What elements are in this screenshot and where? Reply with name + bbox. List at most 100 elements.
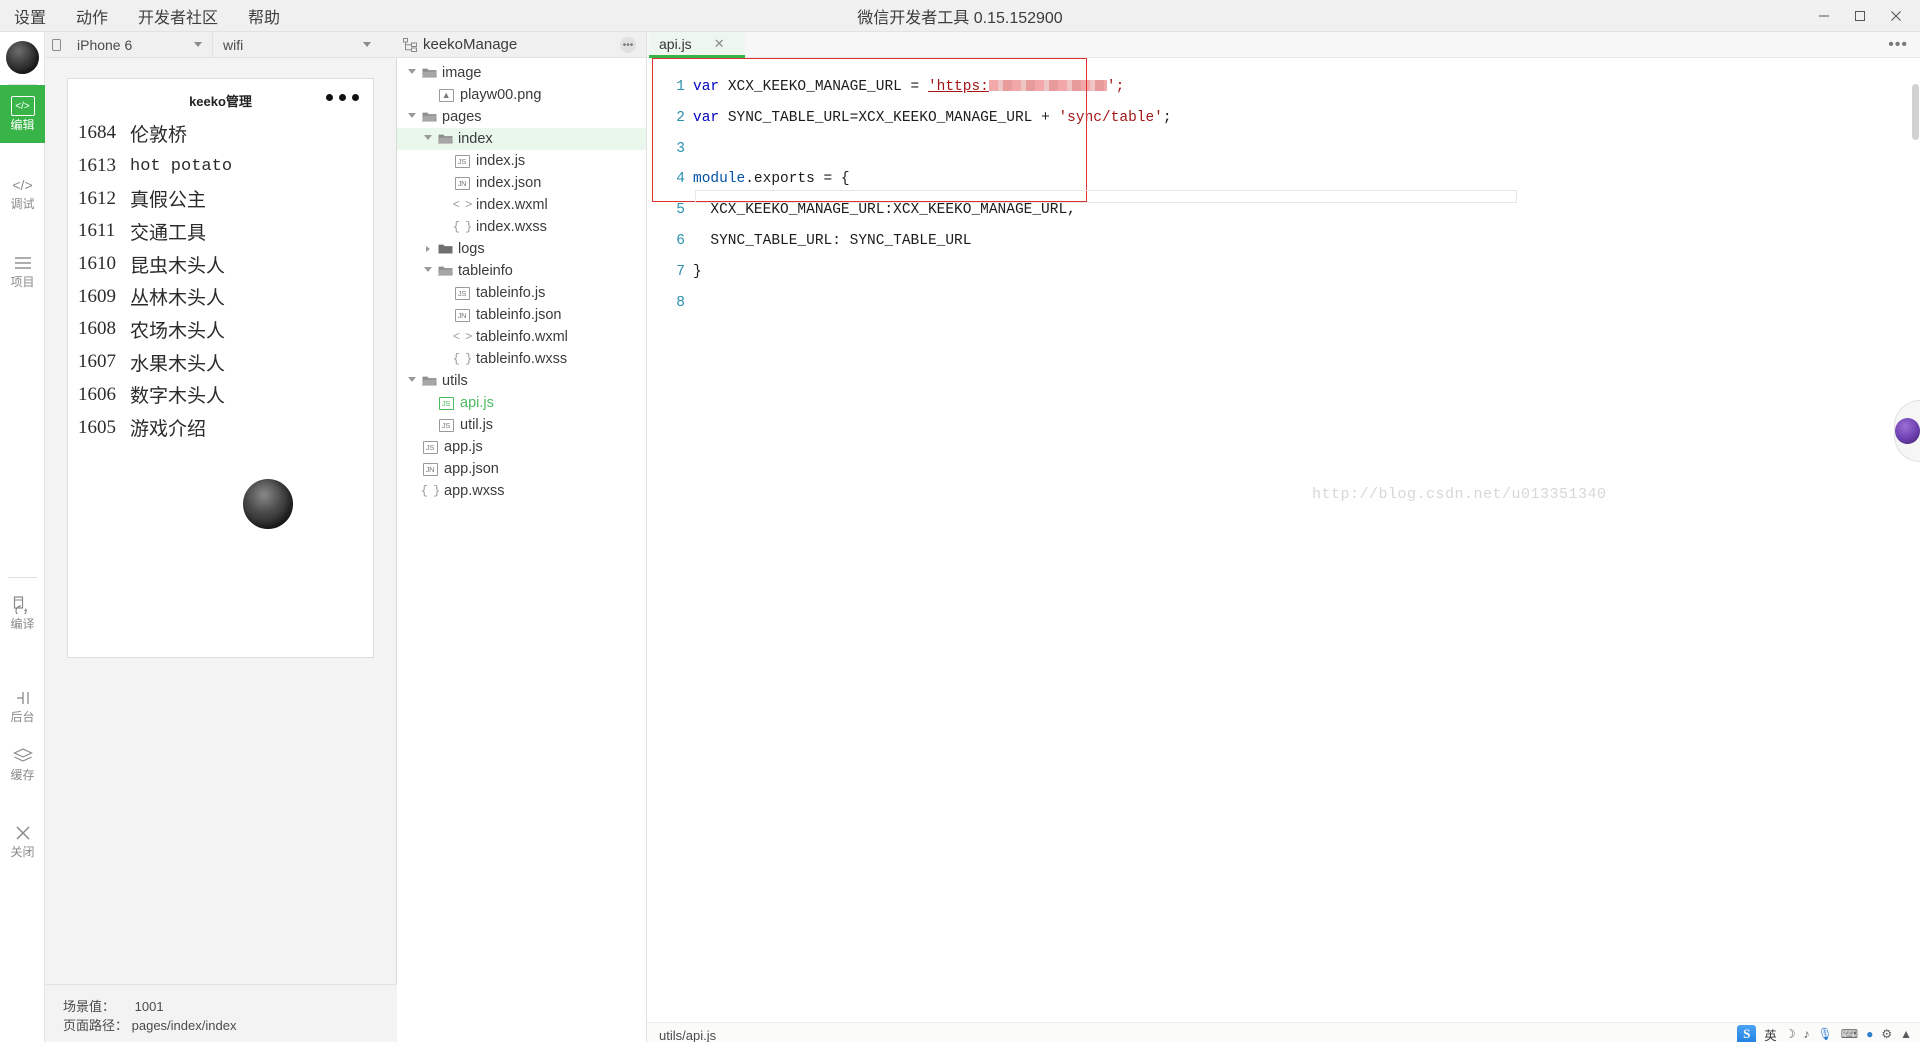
line-number: 8 [676,294,685,311]
more-dots-icon[interactable]: ••• [1888,36,1908,54]
list-item-id: 1606 [78,383,116,405]
list-item-id: 1611 [78,220,116,242]
cache-icon [12,746,33,766]
sidebar-item-compile[interactable]: 编译 [0,584,45,642]
sidebar-item-project-label: 项目 [10,275,35,289]
chevron-down-icon[interactable] [421,267,435,275]
tree-file-tableinfo.js[interactable]: JS tableinfo.js [397,282,646,304]
tree-file-api.js[interactable]: JS api.js [397,392,646,414]
list-item[interactable]: 1605 游戏介绍 [68,411,373,444]
wxss-file-icon: { } [452,220,473,234]
list-item[interactable]: 1608 农场木头人 [68,313,373,346]
chevron-up-icon[interactable]: ▲ [1900,1027,1912,1041]
window-bottom-edge [0,1042,1920,1048]
music-icon[interactable]: ♪ [1804,1027,1810,1041]
close-x-icon [15,823,31,843]
list-item[interactable]: 1611 交通工具 [68,215,373,248]
sidebar-item-project[interactable]: 项目 [0,242,45,300]
code-line-text: } [693,263,702,280]
list-item[interactable]: 1606 数字木头人 [68,379,373,412]
line-number: 2 [676,109,685,126]
sidebar-item-background[interactable]: 后台 [0,677,45,735]
sidebar-item-compile-label: 编译 [10,617,35,631]
tree-file-index.json[interactable]: JN index.json [397,172,646,194]
simulator-toolbar: iPhone 6 wifi [45,31,397,58]
chevron-down-icon[interactable] [421,135,435,143]
tree-file-playw00.png[interactable]: ▲ playw00.png [397,84,646,106]
network-select[interactable]: wifi [213,32,381,58]
editor-vertical-scrollbar[interactable] [1911,84,1920,199]
list-item-name: 真假公主 [130,190,207,212]
record-icon[interactable]: ● [1866,1027,1873,1041]
tree-file-app.js[interactable]: JS app.js [397,436,646,458]
simulator-footer: 场景值： 1001 页面路径： pages/index/index [45,984,397,1048]
menu-item-settings[interactable]: 设置 [12,2,48,30]
list-item[interactable]: 1610 昆虫木头人 [68,248,373,281]
list-item-id: 1609 [78,285,116,307]
sidebar-item-debug[interactable]: </> 调试 [0,164,45,222]
list-item[interactable]: 1612 真假公主 [68,182,373,215]
list-item-id: 1605 [78,416,116,438]
gear-icon[interactable]: ⚙ [1881,1027,1892,1041]
tree-file-index.wxss[interactable]: { } index.wxss [397,216,646,238]
list-item[interactable]: 1684 伦敦桥 [68,117,373,150]
chevron-down-icon[interactable] [405,377,419,385]
menu-item-help[interactable]: 帮助 [246,2,282,30]
more-dots-icon[interactable] [326,94,359,101]
page-path-label: 页面路径： [63,1018,129,1033]
tree-file-tableinfo.wxss[interactable]: { } tableinfo.wxss [397,348,646,370]
line-number: 4 [676,171,685,188]
code-area[interactable]: 1 var XCX_KEEKO_MANAGE_URL = 'https: '; 2 va… [647,58,1920,878]
avatar[interactable] [6,41,39,74]
maximize-button[interactable] [1842,0,1878,32]
tree-file-index.js[interactable]: JS index.js [397,150,646,172]
tray-logo-label: S [1743,1026,1751,1041]
tree-file-tableinfo.wxml[interactable]: < > tableinfo.wxml [397,326,646,348]
sidebar-item-cache[interactable]: 缓存 [0,735,45,793]
list-item[interactable]: 1609 丛林木头人 [68,280,373,313]
more-icon[interactable]: ••• [620,37,636,53]
keyboard-icon[interactable]: ⌨ [1841,1027,1858,1041]
list-item[interactable]: 1607 水果木头人 [68,346,373,379]
tree-file-app.json[interactable]: JN app.json [397,458,646,480]
tree-folder-utils[interactable]: utils [397,370,646,392]
sidebar-item-close[interactable]: 关闭 [0,812,45,870]
tree-folder-pages[interactable]: pages [397,106,646,128]
sidebar-item-edit[interactable]: </> 编辑 [0,85,45,143]
tree-node-label: utils [442,373,468,389]
tree-file-app.wxss[interactable]: { } app.wxss [397,480,646,502]
tree-file-util.js[interactable]: JS util.js [397,414,646,436]
device-select[interactable]: iPhone 6 [67,31,213,58]
phone-header: keeko管理 [68,79,373,117]
sidebar-item-edit-label: 编辑 [10,118,35,132]
chevron-down-icon[interactable] [405,113,419,121]
tree-node-label: image [442,65,482,81]
image-file-icon: ▲ [435,88,457,102]
mic-icon[interactable]: 🎙 [1818,1027,1833,1041]
tree-file-index.wxml[interactable]: < > index.wxml [397,194,646,216]
device-icon [45,38,67,51]
list-item[interactable]: 1613 hot potato [68,150,373,183]
list-item-name: 数字木头人 [130,386,226,408]
folder-icon [435,265,455,277]
close-icon[interactable]: ✕ [714,36,725,52]
menu-item-actions[interactable]: 动作 [74,2,110,30]
tree-folder-logs[interactable]: logs [397,238,646,260]
moon-icon[interactable]: ☽ [1785,1027,1796,1041]
tree-node-label: tableinfo.json [476,307,562,323]
close-button[interactable] [1878,0,1914,32]
menu-item-developer-community[interactable]: 开发者社区 [136,2,220,30]
tree-folder-index[interactable]: index [397,128,646,150]
sidebar-item-debug-label: 调试 [10,197,35,211]
minimize-button[interactable] [1806,0,1842,32]
tree-folder-tableinfo[interactable]: tableinfo [397,260,646,282]
chevron-right-icon[interactable] [421,246,435,252]
tree-file-tableinfo.json[interactable]: JN tableinfo.json [397,304,646,326]
chevron-down-icon[interactable] [405,69,419,77]
ime-lang-indicator[interactable]: 英 [1764,1025,1777,1044]
sitemap-icon [397,37,423,52]
tab-api-js[interactable]: api.js ✕ [649,32,745,58]
sogou-logo-icon[interactable]: S [1737,1024,1757,1044]
tree-folder-image[interactable]: image [397,62,646,84]
folder-icon [419,375,439,387]
